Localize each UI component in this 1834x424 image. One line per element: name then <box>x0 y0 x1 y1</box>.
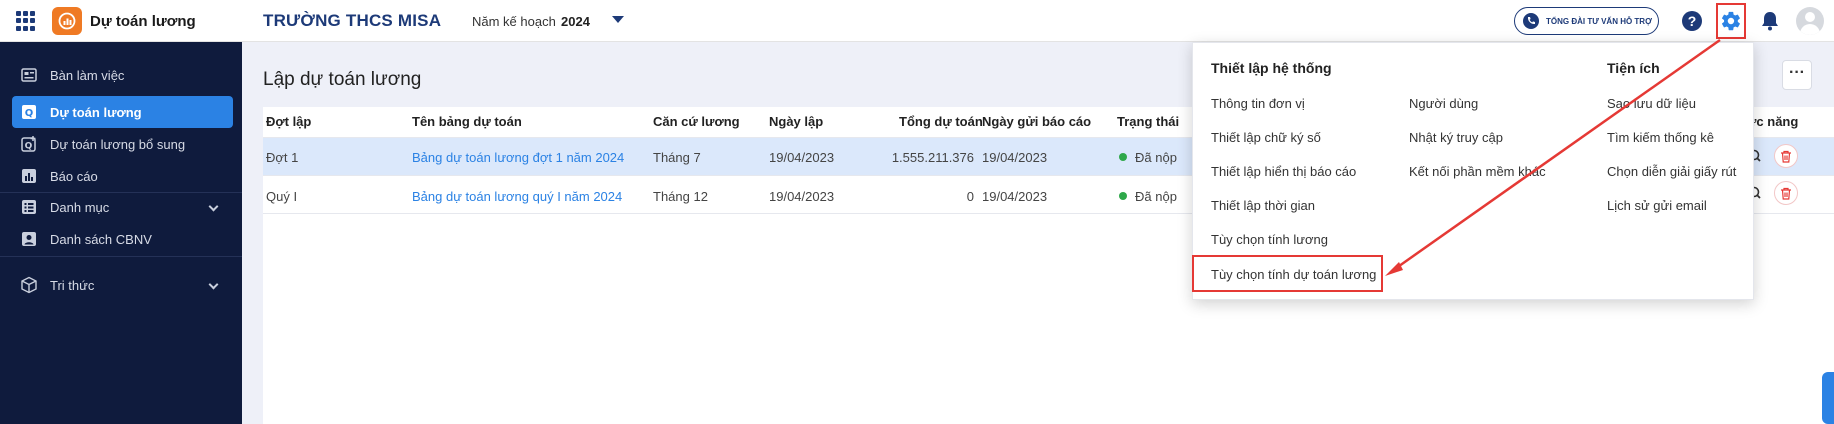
cell-dot-lap: Đợt 1 <box>266 150 299 165</box>
menu-item-nguoi-dung[interactable]: Người dùng <box>1409 96 1478 111</box>
menu-item-chu-ky-so[interactable]: Thiết lập chữ ký số <box>1211 130 1321 145</box>
avatar-icon[interactable] <box>1796 7 1824 35</box>
report-icon <box>20 168 38 184</box>
status-dot-icon <box>1119 153 1127 161</box>
estimate-icon: Q <box>20 104 38 120</box>
page-title: Lập dự toán lương <box>263 69 422 90</box>
menu-item-ket-noi-phan-mem[interactable]: Kết nối phần mềm khác <box>1409 164 1546 179</box>
school-name: TRƯỜNG THCS MISA <box>263 11 442 30</box>
sidebar-item-label: Báo cáo <box>50 168 98 184</box>
status-dot-icon <box>1119 192 1127 200</box>
sidebar-item-label: Tri thức <box>50 277 95 293</box>
sidebar-item-label: Dự toán lương <box>50 104 142 120</box>
sidebar: Bàn làm việc Q Dự toán lương Q Dự toán l… <box>0 42 242 424</box>
supplement-icon: Q <box>20 136 38 152</box>
gear-icon[interactable] <box>1716 3 1746 39</box>
cell-can-cu: Tháng 12 <box>653 189 708 204</box>
cell-tong-du-toan: 0 <box>966 189 974 204</box>
system-settings-heading: Thiết lập hệ thống <box>1211 60 1332 76</box>
status-text: Đã nộp <box>1135 150 1177 165</box>
column-header[interactable]: Đợt lập <box>266 114 311 129</box>
hotline-label: TỔNG ĐÀI TƯ VẤN HỖ TRỢ <box>1546 16 1652 26</box>
plan-year-label: Năm kế hoạch <box>472 14 556 29</box>
plan-year-select[interactable]: 2024 <box>561 14 590 29</box>
cell-ten-bang[interactable]: Bảng dự toán lương đợt 1 năm 2024 <box>412 150 624 165</box>
cell-can-cu: Tháng 7 <box>653 150 701 165</box>
desk-icon <box>20 67 38 83</box>
highlight-box <box>1192 255 1383 292</box>
cell-ngay-gui: 19/04/2023 <box>982 150 1048 165</box>
apps-grid-icon[interactable] <box>16 11 36 31</box>
delete-icon[interactable] <box>1774 181 1798 205</box>
menu-item-nhat-ky-truy-cap[interactable]: Nhật ký truy cập <box>1409 130 1503 145</box>
column-header[interactable]: Ngày gửi báo cáo <box>982 114 1091 129</box>
top-bar: Dự toán lương TRƯỜNG THCS MISA Năm kế ho… <box>0 0 1834 42</box>
sidebar-item-tri-thuc[interactable]: Tri thức <box>12 269 233 301</box>
chevron-down-icon <box>208 201 219 212</box>
cell-trang-thai: Đã nộp <box>1119 150 1177 165</box>
column-header[interactable]: Trạng thái <box>1117 114 1179 129</box>
cell-trang-thai: Đã nộp <box>1119 189 1177 204</box>
bell-icon[interactable] <box>1760 10 1780 35</box>
cell-ten-bang[interactable]: Bảng dự toán lương quý I năm 2024 <box>412 189 622 204</box>
menu-item-tim-kiem-thong-ke[interactable]: Tìm kiếm thống kê <box>1607 130 1714 145</box>
status-text: Đã nộp <box>1135 189 1177 204</box>
staff-icon <box>20 231 38 247</box>
sidebar-item-label: Danh mục <box>50 199 110 215</box>
cell-ngay-gui: 19/04/2023 <box>982 189 1048 204</box>
logo-icon[interactable] <box>52 7 82 35</box>
help-icon[interactable]: ? <box>1682 11 1702 31</box>
column-header[interactable]: ức năng <box>1747 114 1798 129</box>
cube-icon <box>20 276 38 294</box>
cell-tong-du-toan: 1.555.211.376 <box>891 150 974 165</box>
utilities-heading: Tiện ích <box>1607 60 1660 76</box>
sidebar-item-danh-muc[interactable]: Danh mục <box>12 191 233 223</box>
chevron-down-icon <box>208 279 219 290</box>
column-header[interactable]: Căn cứ lương <box>653 114 740 129</box>
more-button[interactable]: ··· <box>1782 60 1812 90</box>
sidebar-item-bao-cao[interactable]: Báo cáo <box>12 160 233 192</box>
sidebar-divider <box>0 256 242 257</box>
sidebar-item-label: Bàn làm việc <box>50 67 125 83</box>
column-header[interactable]: Tổng dự toán <box>899 114 983 129</box>
menu-item-tinh-luong[interactable]: Tùy chọn tính lương <box>1211 232 1328 247</box>
sidebar-item-du-toan-luong-bo-sung[interactable]: Q Dự toán lương bổ sung <box>12 128 233 160</box>
column-header[interactable]: Ngày lập <box>769 114 823 129</box>
phone-icon <box>1523 13 1539 29</box>
sidebar-item-ban-lam-viec[interactable]: Bàn làm việc <box>12 59 233 91</box>
sidebar-item-du-toan-luong[interactable]: Q Dự toán lương <box>12 96 233 128</box>
cell-ngay-lap: 19/04/2023 <box>769 189 835 204</box>
cell-ngay-lap: 19/04/2023 <box>769 150 835 165</box>
delete-icon[interactable] <box>1774 144 1798 168</box>
svg-text:Q: Q <box>25 108 34 119</box>
column-header[interactable]: Tên bảng dự toán <box>412 114 522 129</box>
menu-item-thoi-gian[interactable]: Thiết lập thời gian <box>1211 198 1315 213</box>
menu-item-lich-su-gui-email[interactable]: Lịch sử gửi email <box>1607 198 1707 213</box>
sidebar-item-label: Danh sách CBNV <box>50 231 152 247</box>
menu-item-sao-luu[interactable]: Sao lưu dữ liệu <box>1607 96 1696 111</box>
list-icon <box>20 199 38 215</box>
sidebar-item-danh-sach-cbnv[interactable]: Danh sách CBNV <box>12 223 233 255</box>
menu-item-dien-giai-giay-rut[interactable]: Chọn diễn giải giấy rút <box>1607 164 1736 179</box>
caret-down-icon[interactable] <box>612 16 624 23</box>
scrollbar-handle[interactable] <box>1822 372 1834 424</box>
svg-text:Q: Q <box>25 142 33 152</box>
sidebar-item-label: Dự toán lương bổ sung <box>50 136 186 152</box>
menu-item-hien-thi-bao-cao[interactable]: Thiết lập hiển thị báo cáo <box>1211 164 1356 179</box>
cell-dot-lap: Quý I <box>266 189 298 204</box>
app-name: Dự toán lương <box>90 13 196 30</box>
hotline-button[interactable]: TỔNG ĐÀI TƯ VẤN HỖ TRỢ <box>1514 7 1659 35</box>
menu-item-thong-tin-don-vi[interactable]: Thông tin đơn vị <box>1211 96 1305 111</box>
